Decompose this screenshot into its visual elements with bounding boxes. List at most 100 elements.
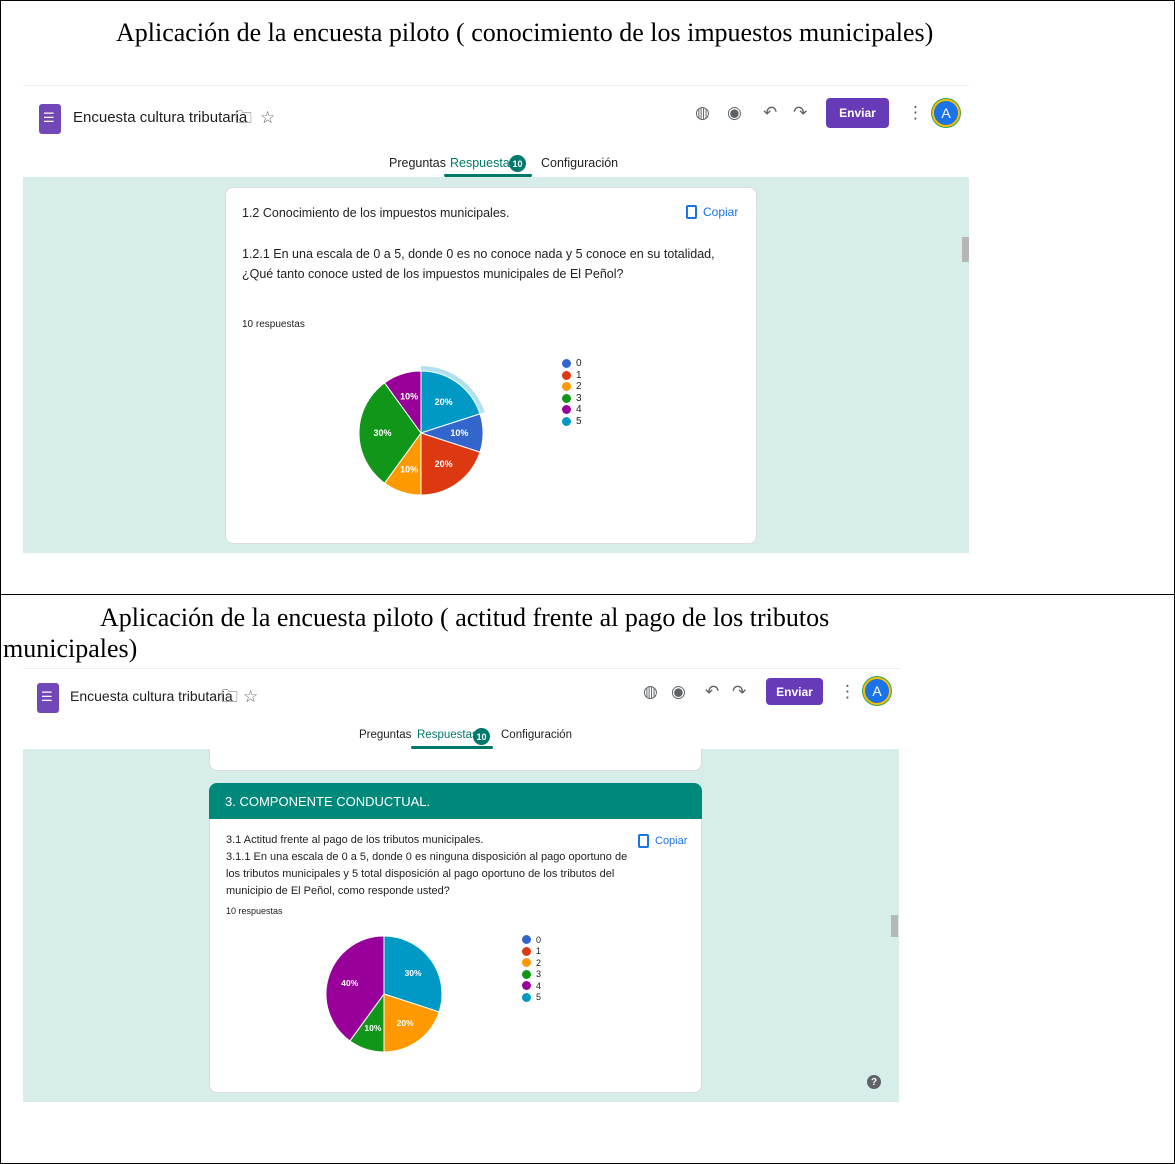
previous-card-bottom [209, 749, 702, 771]
section-title: 1.2 Conocimiento de los impuestos munici… [242, 206, 510, 220]
preview-eye-icon[interactable]: ◉ [727, 104, 742, 122]
avatar[interactable]: A [934, 101, 958, 125]
chart-legend: 012345 [522, 934, 541, 1003]
copy-icon [686, 205, 697, 219]
undo-icon[interactable]: ↶ [705, 683, 719, 701]
send-button[interactable]: Enviar [826, 98, 889, 128]
legend-swatch [522, 935, 531, 945]
forms-topbar: Encuesta cultura tributaria 🗀 ☆ ◍ ◉ ↶ ↷ … [23, 668, 899, 723]
star-icon[interactable]: ☆ [243, 688, 258, 706]
pie-label-0: 10% [450, 428, 468, 438]
folder-icon[interactable]: 🗀 [235, 109, 252, 127]
legend-swatch [522, 992, 531, 1002]
undo-icon[interactable]: ↶ [763, 104, 777, 122]
forms-doc-icon [37, 683, 59, 713]
forms-doc-icon [39, 104, 61, 134]
section-title: 3.1 Actitud frente al pago de los tribut… [226, 834, 484, 846]
chart-legend: 012345 [562, 358, 582, 427]
tab-settings[interactable]: Configuración [541, 156, 618, 170]
question-line-3: municipio de El Peñol, como responde ust… [226, 885, 450, 897]
legend-swatch [522, 946, 531, 956]
caption-second-line-2: municipales) [3, 634, 138, 663]
question-card: 1.2 Conocimiento de los impuestos munici… [225, 187, 757, 544]
pie-label-2: 10% [400, 465, 418, 475]
help-icon[interactable]: ? [867, 1075, 881, 1089]
legend-swatch [562, 405, 571, 415]
legend-label: 1 [576, 369, 582, 381]
legend-swatch [522, 981, 531, 991]
legend-item-0: 0 [522, 934, 541, 946]
question-line-2: ¿Qué tanto conoce usted de los impuestos… [242, 267, 624, 281]
folder-icon[interactable]: 🗀 [221, 688, 238, 706]
preview-eye-icon[interactable]: ◉ [671, 683, 686, 701]
legend-item-5: 5 [522, 992, 541, 1004]
legend-item-5: 5 [562, 416, 582, 428]
send-button[interactable]: Enviar [766, 678, 823, 705]
legend-label: 4 [576, 404, 582, 416]
legend-label: 3 [576, 392, 582, 404]
pie-chart: 30% 20% 10% 40% [325, 935, 443, 1053]
more-vert-icon[interactable]: ⋮ [907, 104, 924, 122]
legend-label: 2 [536, 957, 542, 968]
responses-canvas: 3. COMPONENTE CONDUCTUAL. 3.1 Actitud fr… [23, 749, 899, 1102]
pie-label-3: 30% [374, 428, 392, 438]
legend-label: 3 [536, 969, 542, 980]
legend-swatch [562, 370, 571, 380]
tab-questions[interactable]: Preguntas [359, 729, 411, 741]
scrollbar-thumb[interactable] [891, 915, 898, 937]
star-icon[interactable]: ☆ [260, 109, 275, 127]
copy-button[interactable]: Copiar [638, 834, 687, 848]
tab-questions[interactable]: Preguntas [389, 156, 446, 170]
question-line-1: 3.1.1 En una escala de 0 a 5, donde 0 es… [226, 851, 628, 863]
redo-icon[interactable]: ↷ [793, 104, 807, 122]
legend-item-4: 4 [562, 404, 582, 416]
legend-item-3: 3 [562, 393, 582, 405]
pie-chart: 20% 10% 20% 10% 30% 10% [358, 366, 485, 496]
forms-screenshot-1: Encuesta cultura tributaria 🗀 ☆ ◍ ◉ ↶ ↷ … [23, 85, 969, 553]
avatar[interactable]: A [865, 679, 889, 703]
legend-swatch [522, 958, 531, 968]
responses-canvas: 1.2 Conocimiento de los impuestos munici… [23, 177, 969, 553]
palette-icon[interactable]: ◍ [643, 683, 658, 701]
pie-label-4: 40% [341, 978, 358, 988]
forms-screenshot-2: Encuesta cultura tributaria 🗀 ☆ ◍ ◉ ↶ ↷ … [23, 668, 899, 1102]
pie-label-5: 30% [405, 968, 422, 978]
doc-title: Encuesta cultura tributaria [70, 688, 233, 704]
palette-icon[interactable]: ◍ [695, 104, 710, 122]
legend-label: 0 [576, 358, 582, 370]
legend-label: 2 [576, 381, 582, 393]
legend-item-3: 3 [522, 969, 541, 981]
legend-item-0: 0 [562, 358, 582, 370]
legend-item-1: 1 [522, 946, 541, 958]
tab-settings[interactable]: Configuración [501, 729, 572, 741]
legend-swatch [522, 969, 531, 979]
pie-label-5: 20% [435, 397, 453, 407]
pie-label-4: 10% [400, 392, 418, 402]
pie-label-3: 10% [364, 1023, 381, 1033]
copy-label: Copiar [655, 835, 688, 847]
redo-icon[interactable]: ↷ [732, 683, 746, 701]
question-line-2: los tributos municipales y 5 total dispo… [226, 868, 615, 880]
response-count: 10 respuestas [242, 319, 305, 330]
legend-label: 5 [576, 415, 582, 427]
copy-button[interactable]: Copiar [686, 205, 738, 219]
tabs-bar: Preguntas Respuestas 10 Configuración [23, 724, 899, 749]
table-row-divider [0, 594, 1175, 595]
legend-swatch [562, 382, 571, 392]
legend-label: 1 [536, 946, 542, 957]
tab-responses[interactable]: Respuestas [417, 729, 478, 741]
legend-swatch [562, 416, 571, 426]
responses-count-badge: 10 [509, 155, 526, 172]
scrollbar-thumb[interactable] [962, 237, 969, 262]
pie-label-1: 20% [435, 459, 453, 469]
response-count: 10 respuestas [226, 906, 283, 916]
question-card: 3. COMPONENTE CONDUCTUAL. 3.1 Actitud fr… [209, 783, 702, 1093]
question-line-1: 1.2.1 En una escala de 0 a 5, donde 0 es… [242, 247, 715, 261]
section-header: 3. COMPONENTE CONDUCTUAL. [209, 783, 702, 819]
legend-swatch [562, 393, 571, 403]
more-vert-icon[interactable]: ⋮ [839, 683, 856, 701]
caption-second-line-1: Aplicación de la encuesta piloto ( actit… [100, 603, 830, 632]
tab-responses[interactable]: Respuestas [450, 156, 516, 170]
pie-label-2: 20% [397, 1018, 414, 1028]
tabs-bar: Preguntas Respuestas 10 Configuración [23, 151, 969, 177]
